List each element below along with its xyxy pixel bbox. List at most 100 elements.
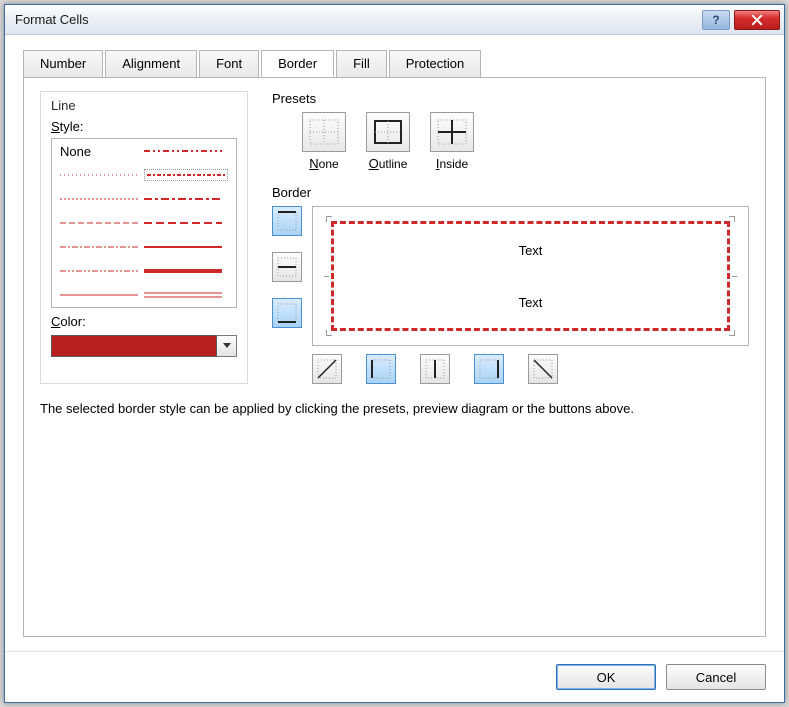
border-vert-inside-button[interactable] [420, 354, 450, 384]
line-hairline-icon [60, 173, 138, 177]
style-list[interactable]: None [51, 138, 237, 308]
style-med-dashed[interactable] [144, 217, 228, 229]
preview-cell-top: Text [334, 224, 727, 276]
tab-font[interactable]: Font [199, 50, 259, 77]
preset-inside-label: Inside [436, 156, 468, 171]
color-label: Color: [51, 314, 237, 329]
border-diag-up-button[interactable] [312, 354, 342, 384]
color-swatch [51, 335, 217, 357]
style-dashed[interactable] [60, 217, 144, 229]
style-med-dashdot[interactable] [144, 193, 228, 205]
preset-outline-icon [373, 119, 403, 145]
ok-button[interactable]: OK [556, 664, 656, 690]
line-thick-icon [144, 267, 222, 275]
border-left-button[interactable] [366, 354, 396, 384]
border-diag-down-button[interactable] [528, 354, 558, 384]
line-dashed-icon [60, 221, 138, 225]
right-column: Presets None [272, 91, 749, 384]
border-diag-up-icon [316, 358, 338, 380]
border-vert-inside-icon [424, 358, 446, 380]
window-buttons: ? [702, 10, 780, 30]
presets-label: Presets [272, 91, 749, 106]
dialog-footer: OK Cancel [5, 651, 784, 702]
line-slantdashdot-icon [147, 172, 225, 178]
border-preview[interactable]: Text Text [312, 206, 749, 346]
preview-wrap: Text Text [312, 206, 749, 384]
border-label: Border [272, 185, 749, 200]
style-dotted[interactable] [60, 193, 144, 205]
tab-fill[interactable]: Fill [336, 50, 387, 77]
help-button[interactable]: ? [702, 10, 730, 30]
window-title: Format Cells [15, 12, 702, 27]
border-area: Text Text [272, 206, 749, 384]
style-thick[interactable] [144, 265, 228, 277]
line-medium-icon [144, 244, 222, 250]
titlebar[interactable]: Format Cells ? [5, 5, 784, 35]
format-cells-dialog: Format Cells ? Number Alignment Font Bor… [4, 4, 785, 703]
style-medium[interactable] [144, 241, 228, 253]
border-left-icon [370, 358, 392, 380]
mid-tick-right [732, 276, 737, 277]
style-none[interactable]: None [60, 145, 144, 157]
preview-cell-bottom: Text [334, 276, 727, 328]
line-med-dashdotdot-icon [144, 148, 222, 154]
preset-none-button[interactable] [302, 112, 346, 152]
columns: Line Style: None [40, 91, 749, 384]
border-top-icon [276, 210, 298, 232]
line-double-icon [144, 291, 222, 299]
line-med-dashdot-icon [144, 196, 222, 202]
line-dashdotdot-icon [60, 269, 138, 273]
color-picker[interactable] [51, 335, 237, 357]
preset-outline-button[interactable] [366, 112, 410, 152]
border-right-icon [478, 358, 500, 380]
tab-border[interactable]: Border [261, 50, 334, 77]
preset-outline: Outline [366, 112, 410, 171]
preset-outline-label: Outline [369, 156, 408, 171]
border-tab-panel: Line Style: None [23, 77, 766, 637]
border-top-button[interactable] [272, 206, 302, 236]
preset-inside-icon [437, 119, 467, 145]
close-button[interactable] [734, 10, 780, 30]
preset-none-icon [309, 119, 339, 145]
border-horiz-inside-button[interactable] [272, 252, 302, 282]
border-buttons-horizontal [312, 354, 749, 384]
close-icon [751, 14, 763, 26]
client-area: Number Alignment Font Border Fill Protec… [5, 35, 784, 651]
color-dropdown-button[interactable] [217, 335, 237, 357]
border-section: Border [272, 185, 749, 384]
preset-inside: Inside [430, 112, 474, 171]
line-dashdot-icon [60, 245, 138, 249]
style-thin[interactable] [60, 289, 144, 301]
style-hairline[interactable] [60, 169, 144, 181]
border-horiz-inside-icon [276, 256, 298, 278]
style-double[interactable] [144, 289, 228, 301]
tab-strip: Number Alignment Font Border Fill Protec… [23, 50, 766, 78]
border-right-button[interactable] [474, 354, 504, 384]
border-buttons-vertical [272, 206, 302, 384]
style-slantdashdot[interactable] [144, 169, 228, 181]
presets-row: None Outline [302, 112, 749, 171]
line-group: Line Style: None [40, 91, 248, 384]
line-group-label: Line [51, 98, 237, 113]
border-bottom-button[interactable] [272, 298, 302, 328]
style-col-right [144, 145, 228, 301]
chevron-down-icon [223, 343, 231, 349]
preset-inside-button[interactable] [430, 112, 474, 152]
style-col-left: None [60, 145, 144, 301]
line-thin-icon [60, 293, 138, 297]
mid-tick-left [324, 276, 329, 277]
cancel-button[interactable]: Cancel [666, 664, 766, 690]
tab-number[interactable]: Number [23, 50, 103, 77]
hint-text: The selected border style can be applied… [40, 400, 749, 418]
tab-protection[interactable]: Protection [389, 50, 482, 77]
border-bottom-icon [276, 302, 298, 324]
style-dashdot[interactable] [60, 241, 144, 253]
preset-none-label: None [309, 156, 338, 171]
style-label: Style: [51, 119, 237, 134]
border-diag-down-icon [532, 358, 554, 380]
preset-none: None [302, 112, 346, 171]
tab-alignment[interactable]: Alignment [105, 50, 197, 77]
line-med-dashed-icon [144, 220, 222, 226]
style-med-dashdotdot[interactable] [144, 145, 228, 157]
style-dashdotdot[interactable] [60, 265, 144, 277]
